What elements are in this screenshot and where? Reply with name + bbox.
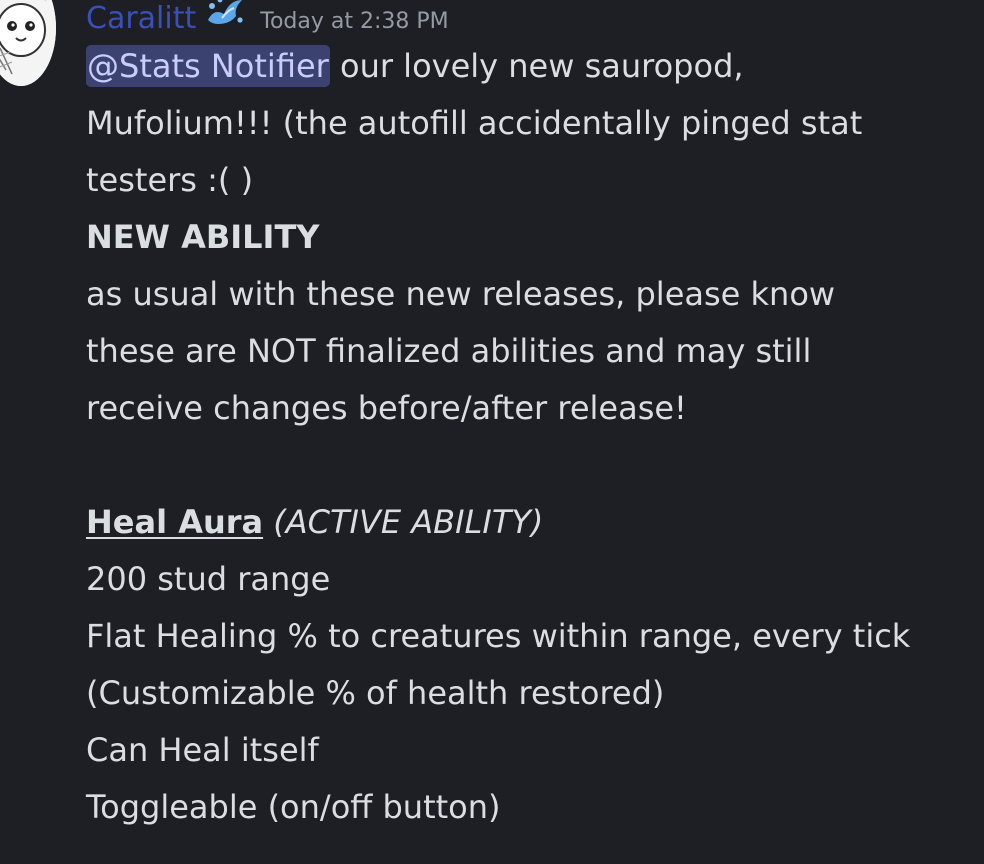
message-content: @Stats Notifier our lovely new sauropod,… bbox=[86, 38, 976, 836]
author-username[interactable]: Caralitt bbox=[86, 0, 196, 41]
paragraph-line: as usual with these new releases, please… bbox=[86, 275, 836, 313]
paragraph-line: receive changes before/after release! bbox=[86, 389, 687, 427]
ability-title: Heal Aura (ACTIVE ABILITY) bbox=[86, 494, 976, 551]
ability-detail: Flat Healing % to creatures within range… bbox=[86, 617, 911, 655]
paragraph-line: these are NOT finalized abilities and ma… bbox=[86, 332, 812, 370]
ability-detail: Toggleable (on/off button) bbox=[86, 788, 501, 826]
ability-detail: (Customizable % of health restored) bbox=[86, 674, 665, 712]
water-splash-icon bbox=[204, 0, 246, 28]
message-header: Caralitt Today at 2:38 PM bbox=[86, 0, 976, 38]
avatar-image bbox=[0, 0, 56, 86]
ability-name: Heal Aura bbox=[86, 503, 264, 541]
content-line-3: testers :( ) bbox=[86, 161, 254, 199]
ability-type: (ACTIVE ABILITY) bbox=[263, 503, 544, 541]
user-mention[interactable]: @Stats Notifier bbox=[86, 45, 330, 87]
message: Caralitt Today at 2:38 PM @Stats Notifie… bbox=[86, 0, 976, 836]
content-line-2: Mufolium!!! (the autofill accidentally p… bbox=[86, 104, 863, 142]
content-line-1: @Stats Notifier our lovely new sauropod, bbox=[86, 38, 976, 95]
section-heading: NEW ABILITY bbox=[86, 218, 320, 256]
avatar[interactable] bbox=[0, 0, 56, 86]
content-text: our lovely new sauropod, bbox=[329, 47, 744, 85]
ability-detail: Can Heal itself bbox=[86, 731, 319, 769]
ability-detail: 200 stud range bbox=[86, 560, 331, 598]
